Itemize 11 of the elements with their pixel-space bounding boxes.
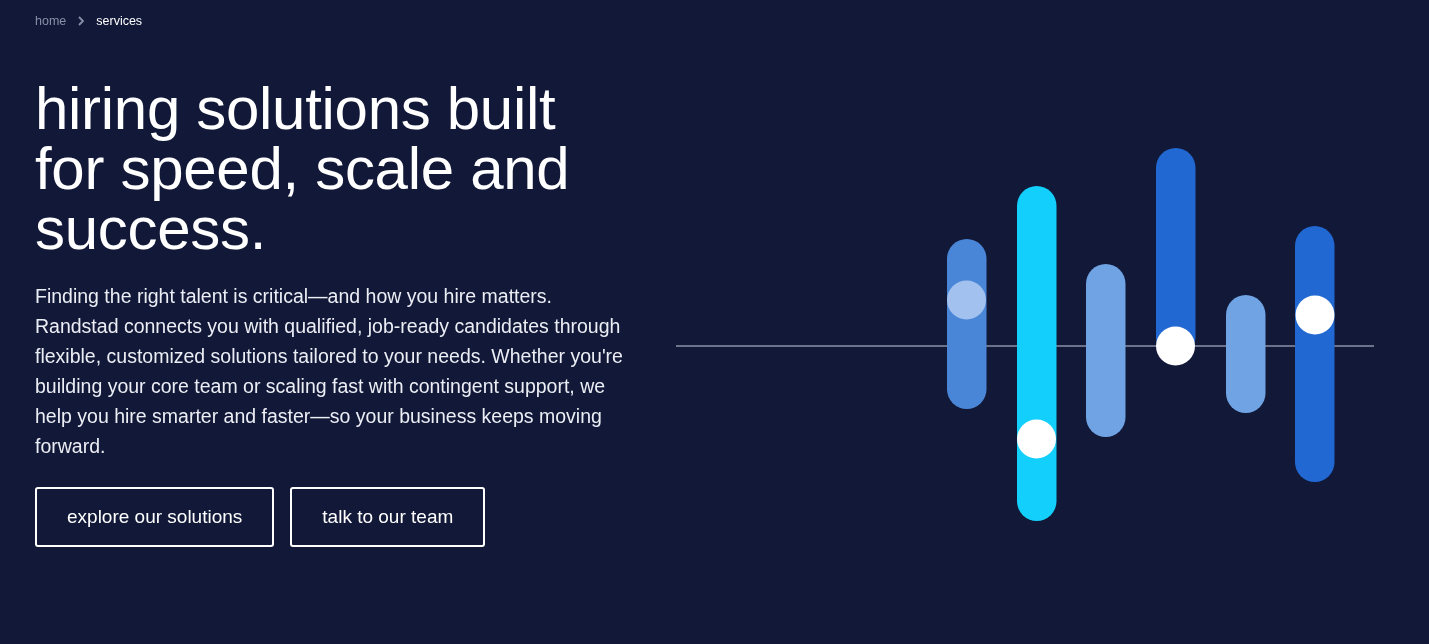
circle-dot <box>1017 419 1056 459</box>
explore-solutions-button[interactable]: explore our solutions <box>35 487 275 547</box>
circle-dot <box>947 280 986 320</box>
chevron-icon <box>78 16 85 26</box>
talk-to-team-button[interactable]: talk to our team <box>290 487 486 547</box>
breadcrumb-link[interactable]: home <box>35 13 67 29</box>
circle-dot <box>1295 295 1335 335</box>
circle-dot <box>1156 326 1195 366</box>
hero-heading: hiring solutions built for speed, scale and success. <box>35 79 571 259</box>
hero-description: Finding the right talent is critical—and how you hire matters. Randstad connects you with qualified, job-ready candidates through flexible, customized solutions tailored to your needs. Whether you're building your core team or scaling fast with contingent support, we help you hire smarter and faster—so your business keeps moving forward. <box>35 284 624 459</box>
breadcrumb-current: services <box>96 13 143 29</box>
